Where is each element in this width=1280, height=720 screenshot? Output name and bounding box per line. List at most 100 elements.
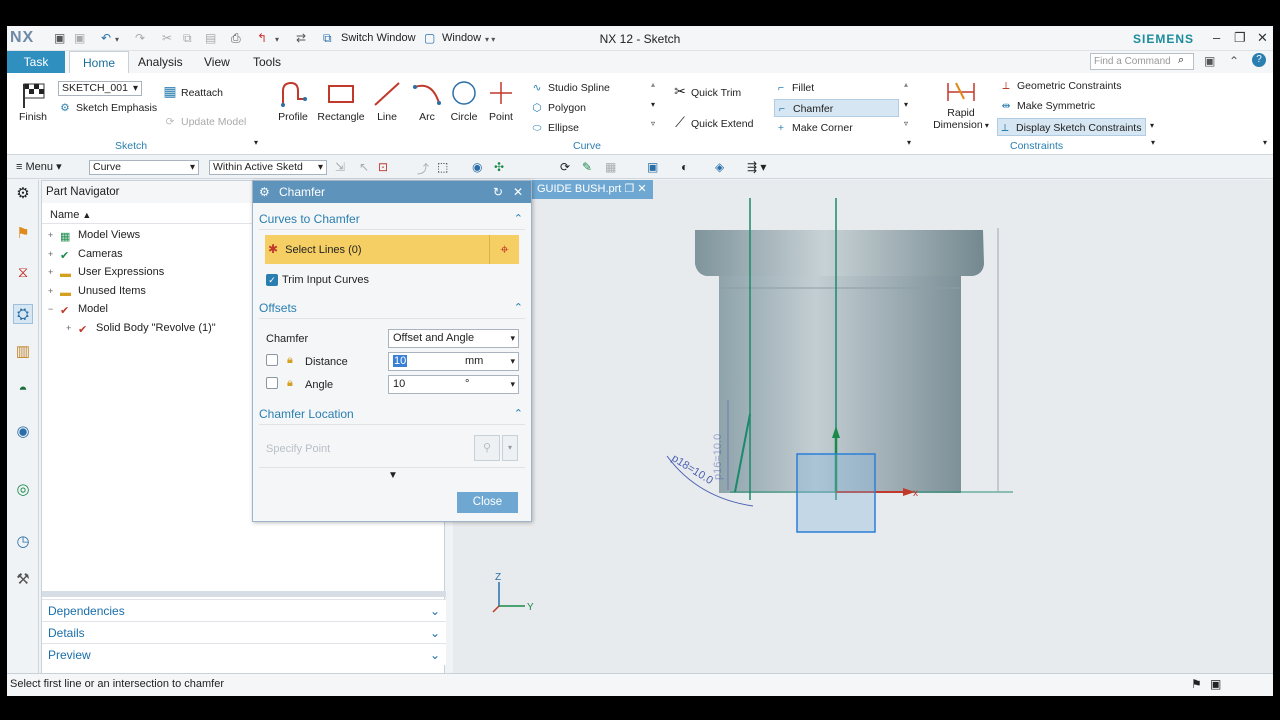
edit-gallery-more-icon[interactable]: ▿ xyxy=(904,119,908,128)
navigator-scrollbar[interactable] xyxy=(42,591,446,597)
select-lines-selector[interactable]: ✱ Select Lines (0) xyxy=(265,235,489,264)
expand-icon[interactable]: + xyxy=(48,282,60,300)
circle-button[interactable]: Circle xyxy=(447,79,481,123)
reuse-library-icon[interactable]: ▥ xyxy=(13,342,33,362)
trim-input-curves-checkbox[interactable]: ✓ xyxy=(266,274,278,286)
profile-button[interactable]: Profile xyxy=(275,79,311,123)
chamfer-button[interactable]: ⌐ Chamfer xyxy=(774,99,899,117)
curves-to-chamfer-section[interactable]: Curves to Chamfer ⌃ xyxy=(259,208,525,230)
history-icon[interactable]: ◎ xyxy=(13,480,33,500)
orient-icon[interactable]: ✎ xyxy=(582,160,592,174)
crosshair-select-icon[interactable]: ⌖ xyxy=(489,235,519,264)
curve-gallery-up-icon[interactable]: ▴ xyxy=(651,80,655,89)
ellipse-button[interactable]: ⬭ Ellipse xyxy=(530,119,579,137)
tree-item-unused-items[interactable]: + ▬ Unused Items xyxy=(48,282,146,300)
preview-panel-header[interactable]: Preview ⌄ xyxy=(42,643,446,665)
constraints-dropdown-icon[interactable]: ▾ xyxy=(1150,121,1154,130)
show-more-icon[interactable]: ▼ xyxy=(388,470,398,481)
settings-gear-icon[interactable]: ⚙ xyxy=(13,184,33,204)
finish-button[interactable]: Finish xyxy=(13,81,53,123)
distance-input[interactable]: 10 mm ▾ xyxy=(388,352,519,371)
full-screen-icon[interactable]: ▣ xyxy=(1210,674,1221,695)
fit-icon[interactable]: ⟳ xyxy=(560,160,570,174)
vertical-dimension[interactable]: p16=10.0 xyxy=(712,434,724,480)
point-dialog-icon[interactable]: ⚲ xyxy=(474,435,500,461)
search-icon[interactable]: ⌕ xyxy=(1178,54,1184,67)
collapse-icon[interactable]: − xyxy=(48,300,60,318)
close-button[interactable]: Close xyxy=(457,492,518,513)
menu-button[interactable]: ≡ Menu ▾ xyxy=(16,160,62,173)
render-style-icon[interactable]: ▣ xyxy=(647,160,658,174)
chamfer-location-section[interactable]: Chamfer Location ⌃ xyxy=(259,403,525,425)
select-intent-icon[interactable]: ⤴ xyxy=(417,160,429,177)
distance-checkbox[interactable] xyxy=(266,354,278,366)
edit-group-more-icon[interactable]: ▾ xyxy=(907,138,911,147)
reattach-button[interactable]: ▦ Reattach xyxy=(163,82,223,100)
make-corner-button[interactable]: + Make Corner xyxy=(774,119,899,137)
quick-extend-button[interactable]: ⟋ Quick Extend xyxy=(673,113,753,131)
tree-item-model[interactable]: − ✔ Model xyxy=(48,300,108,318)
make-symmetric-button[interactable]: ⇹ Make Symmetric xyxy=(999,97,1096,115)
selection-scope-select[interactable]: Within Active Sketd xyxy=(209,160,327,175)
line-button[interactable]: Line xyxy=(371,79,403,123)
collapse-ribbon-icon[interactable]: ⌃ xyxy=(1229,54,1239,68)
roles-icon[interactable]: ⚒ xyxy=(13,570,33,590)
ribbon-more-icon[interactable]: ▾ xyxy=(1263,138,1267,147)
part-navigator-icon[interactable]: ⛭ xyxy=(13,304,33,324)
minimize-icon[interactable]: – xyxy=(1213,30,1220,45)
angle-input[interactable]: 10 ° ▾ xyxy=(388,375,519,394)
fillet-button[interactable]: ⌐ Fillet xyxy=(774,79,899,97)
restore-icon[interactable]: ❐ xyxy=(1234,30,1246,46)
dependencies-panel-header[interactable]: Dependencies ⌄ xyxy=(42,599,446,621)
close-icon[interactable]: ✕ xyxy=(1257,30,1268,46)
update-model-button[interactable]: ⟳ Update Model xyxy=(163,113,247,131)
studio-spline-button[interactable]: ∿ Studio Spline xyxy=(530,79,610,97)
type-filter-select[interactable]: Curve xyxy=(89,160,199,175)
cue-flag-icon[interactable]: ⚑ xyxy=(1191,674,1202,695)
constraint-navigator-icon[interactable]: ⧖ xyxy=(13,263,33,283)
tree-item-solid-body[interactable]: + ✔ Solid Body "Revolve (1)" xyxy=(66,319,216,337)
lock-icon[interactable]: 🔒︎ xyxy=(287,354,293,367)
quick-trim-button[interactable]: ✂ Quick Trim xyxy=(673,82,741,100)
tree-item-user-expressions[interactable]: + ▬ User Expressions xyxy=(48,263,164,281)
lock-icon[interactable]: 🔒︎ xyxy=(287,377,293,390)
tab-home[interactable]: Home xyxy=(69,51,130,73)
tab-tools[interactable]: Tools xyxy=(240,51,294,73)
offsets-section[interactable]: Offsets ⌃ xyxy=(259,297,525,319)
point-button[interactable]: Point xyxy=(485,79,517,123)
rapid-dimension-button[interactable]: Rapid Dimension ▾ xyxy=(929,79,993,131)
edit-gallery-down-icon[interactable]: ▾ xyxy=(904,100,908,109)
curve-gallery-down-icon[interactable]: ▾ xyxy=(651,100,655,109)
tree-item-cameras[interactable]: + ✔ Cameras xyxy=(48,245,123,263)
display-sketch-constraints-button[interactable]: ⟂ Display Sketch Constraints xyxy=(997,118,1147,136)
view-selection-icon[interactable]: ◉ xyxy=(472,160,482,174)
snap-icon[interactable]: ⇲ xyxy=(335,160,345,174)
expand-icon[interactable]: + xyxy=(66,319,78,337)
clock-icon[interactable]: ◷ xyxy=(13,532,33,552)
sketch-emphasis-button[interactable]: ⚙ Sketch Emphasis xyxy=(58,99,157,117)
select-icon[interactable]: ↖ xyxy=(359,160,369,174)
graphics-viewport[interactable]: x p18=10.0 p16=10.0 Z Y xyxy=(453,180,1273,674)
tab-analysis[interactable]: Analysis xyxy=(125,51,196,73)
details-panel-header[interactable]: Details ⌄ xyxy=(42,621,446,643)
point-dropdown-icon[interactable]: ▾ xyxy=(502,435,518,461)
curve-gallery-more-icon[interactable]: ▿ xyxy=(651,119,655,128)
more-view-icon[interactable]: ⇶ ▾ xyxy=(747,160,766,174)
dialog-close-icon[interactable]: ✕ xyxy=(513,181,523,203)
ribbon-options-icon[interactable]: ▣ xyxy=(1204,54,1215,68)
edit-gallery-up-icon[interactable]: ▴ xyxy=(904,80,908,89)
curve-rule-icon[interactable]: ⊡ xyxy=(378,160,388,174)
tree-item-model-views[interactable]: + ▦ Model Views xyxy=(48,226,140,244)
sketch-name-select[interactable]: SKETCH_001 xyxy=(58,81,142,96)
tab-view[interactable]: View xyxy=(191,51,243,73)
section-icon[interactable]: ◐ xyxy=(681,160,688,174)
dialog-gear-icon[interactable]: ⚙ xyxy=(259,181,270,203)
constraints-group-more-icon[interactable]: ▾ xyxy=(1151,138,1155,147)
file-tab-guide-bush[interactable]: GUIDE BUSH.prt ❐ ✕ xyxy=(531,180,653,199)
polygon-button[interactable]: ⬡ Polygon xyxy=(530,99,586,117)
help-icon[interactable]: ? xyxy=(1252,53,1266,67)
arc-button[interactable]: Arc xyxy=(411,79,443,123)
expand-icon[interactable]: + xyxy=(48,263,60,281)
assembly-navigator-icon[interactable]: ⚑ xyxy=(13,224,33,244)
angle-checkbox[interactable] xyxy=(266,377,278,389)
